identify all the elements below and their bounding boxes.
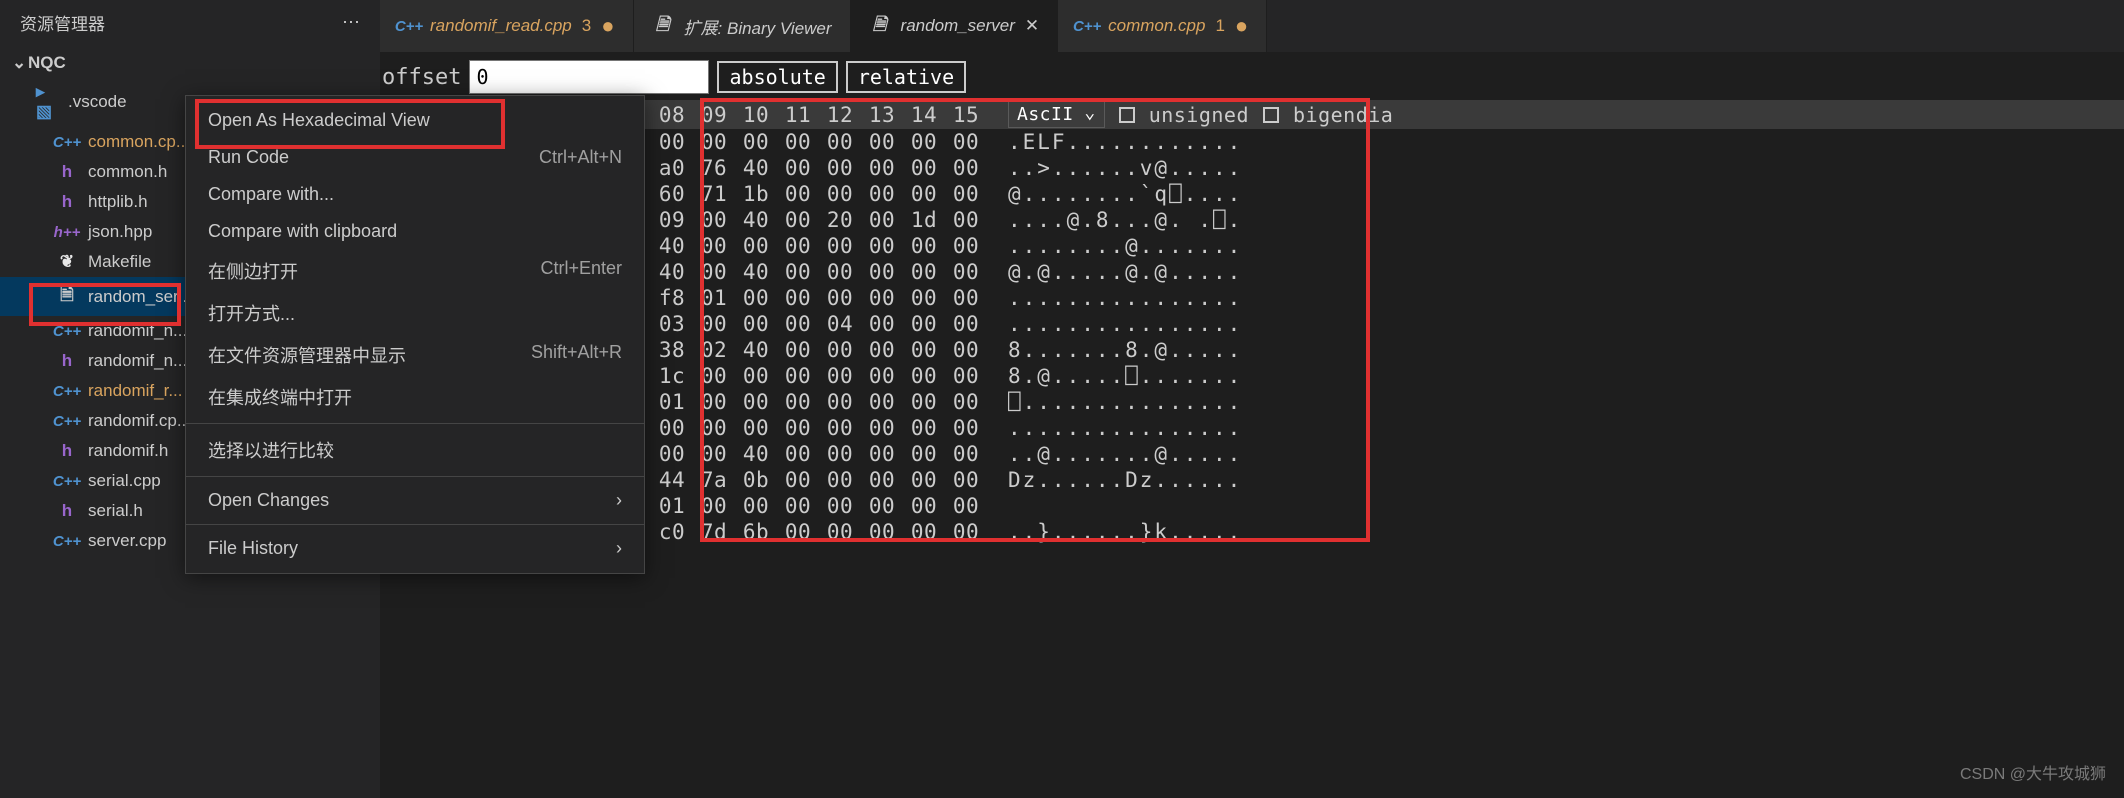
unsigned-label: unsigned	[1149, 103, 1249, 127]
tab-label: random_server	[901, 16, 1015, 36]
file-label: randomif.cp...	[88, 411, 191, 431]
tab[interactable]: C++randomif_read.cpp3●	[380, 0, 634, 52]
shortcut: Ctrl+Alt+N	[539, 147, 622, 168]
ascii-text: Dz......Dz......	[980, 468, 1242, 492]
bigendian-checkbox[interactable]	[1263, 107, 1279, 123]
dirty-icon: ●	[1235, 13, 1248, 39]
tree-root[interactable]: ⌄ NQC	[0, 49, 380, 77]
offset-input[interactable]	[469, 60, 709, 94]
menu-item[interactable]: Compare with clipboard	[186, 213, 644, 250]
file-label: json.hpp	[88, 222, 152, 242]
ascii-text: ........@.......	[980, 234, 1242, 258]
ascii-text: 8.......8.@.....	[980, 338, 1242, 362]
col-header: 14	[910, 103, 938, 127]
file-label: serial.h	[88, 501, 143, 521]
dirty-icon: ●	[601, 13, 614, 39]
root-label: NQC	[28, 53, 66, 73]
ascii-text: ⎕...............	[980, 390, 1242, 414]
menu-label: File History	[208, 538, 298, 559]
ascii-text: .ELF............	[980, 130, 1242, 154]
menu-item[interactable]: 选择以进行比较	[186, 429, 644, 471]
col-header: 15	[952, 103, 980, 127]
relative-button[interactable]: relative	[846, 61, 966, 93]
chevron-down-icon: ⌄	[12, 53, 28, 73]
tab-label: common.cpp	[1108, 16, 1205, 36]
file-label: randomif_r...	[88, 381, 183, 401]
ascii-text: ................	[980, 286, 1242, 310]
menu-label: Open Changes	[208, 490, 329, 511]
col-header: 09	[700, 103, 728, 127]
shortcut: Ctrl+Enter	[540, 258, 622, 284]
menu-label: Compare with clipboard	[208, 221, 397, 242]
menu-label: Open As Hexadecimal View	[208, 110, 430, 131]
file-label: Makefile	[88, 252, 151, 272]
close-icon[interactable]: ✕	[1025, 16, 1039, 36]
ascii-text: 8.@.....⎕.......	[980, 364, 1242, 388]
menu-label: Run Code	[208, 147, 289, 168]
menu-label: 在文件资源管理器中显示	[208, 342, 406, 368]
menu-label: 在侧边打开	[208, 258, 298, 284]
ascii-text: ................	[980, 416, 1242, 440]
tab-badge: 1	[1215, 16, 1224, 36]
explorer-title: 资源管理器	[20, 10, 105, 35]
tab-badge: 3	[582, 16, 591, 36]
absolute-button[interactable]: absolute	[717, 61, 837, 93]
ascii-text: ....@.8...@. .⎕.	[980, 208, 1242, 232]
file-label: server.cpp	[88, 531, 166, 551]
file-label: .vscode	[68, 92, 127, 112]
file-label: randomif.h	[88, 441, 168, 461]
offset-label: offset	[382, 65, 461, 90]
col-header: 08	[658, 103, 686, 127]
file-label: serial.cpp	[88, 471, 161, 491]
file-label: common.h	[88, 162, 167, 182]
ascii-text: @........`q⎕....	[980, 182, 1242, 206]
ascii-text: ..@.......@.....	[980, 442, 1242, 466]
menu-item[interactable]: 在文件资源管理器中显示 Shift+Alt+R	[186, 334, 644, 376]
file-label: httplib.h	[88, 192, 148, 212]
menu-item[interactable]: Open Changes ›	[186, 482, 644, 519]
menu-item[interactable]: 打开方式...	[186, 292, 644, 334]
unsigned-checkbox[interactable]	[1119, 107, 1135, 123]
menu-item[interactable]: Compare with...	[186, 176, 644, 213]
more-icon[interactable]: ⋯	[342, 12, 360, 33]
bigendian-label: bigendia	[1293, 103, 1393, 127]
menu-item[interactable]: 在侧边打开 Ctrl+Enter	[186, 250, 644, 292]
col-header: 11	[784, 103, 812, 127]
col-header: 10	[742, 103, 770, 127]
file-label: common.cp...	[88, 132, 190, 152]
watermark: CSDN @大牛攻城狮	[1960, 760, 2106, 784]
menu-item[interactable]: File History ›	[186, 530, 644, 567]
ascii-text	[980, 494, 1008, 518]
chevron-right-icon: ›	[616, 490, 622, 511]
tab[interactable]: 🗎random_server✕	[851, 0, 1059, 52]
menu-label: 选择以进行比较	[208, 437, 334, 463]
menu-item[interactable]: Run Code Ctrl+Alt+N	[186, 139, 644, 176]
file-label: random_ser...	[88, 287, 192, 307]
menu-label: 在集成终端中打开	[208, 384, 352, 410]
ascii-text: ................	[980, 312, 1242, 336]
tab-label: randomif_read.cpp	[430, 16, 572, 36]
tab-label: 扩展: Binary Viewer	[684, 14, 832, 39]
tab-bar: C++randomif_read.cpp3●🗎扩展: Binary Viewer…	[380, 0, 2124, 52]
menu-label: Compare with...	[208, 184, 334, 205]
col-header: 13	[868, 103, 896, 127]
col-header: 12	[826, 103, 854, 127]
ascii-text: ..>......v@.....	[980, 156, 1242, 180]
context-menu: Open As Hexadecimal View Run Code Ctrl+Alt…	[185, 95, 645, 574]
file-label: randomif_n...	[88, 321, 187, 341]
tab[interactable]: 🗎扩展: Binary Viewer	[634, 0, 851, 52]
chevron-right-icon: ›	[616, 538, 622, 559]
tab[interactable]: C++common.cpp1●	[1058, 0, 1267, 52]
ascii-text: @.@.....@.@.....	[980, 260, 1242, 284]
menu-label: 打开方式...	[208, 300, 295, 326]
file-label: randomif_n...	[88, 351, 187, 371]
menu-item[interactable]: Open As Hexadecimal View	[186, 102, 644, 139]
menu-item[interactable]: 在集成终端中打开	[186, 376, 644, 418]
shortcut: Shift+Alt+R	[531, 342, 622, 368]
ascii-text: ..}......}k.....	[980, 520, 1242, 544]
encoding-select[interactable]: AscII	[1008, 101, 1105, 128]
